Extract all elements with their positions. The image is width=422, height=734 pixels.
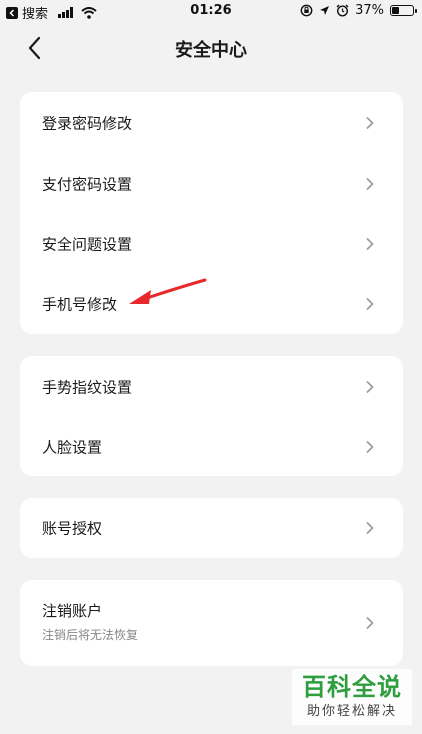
menu-item-label: 安全问题设置 — [42, 235, 133, 253]
menu-item-payment-password[interactable]: 支付密码设置 — [20, 153, 403, 214]
page-title: 安全中心 — [175, 40, 247, 61]
menu-item-sublabel: 注销后将无法恢复 — [42, 628, 139, 642]
watermark-main-text: 百科全说 — [302, 673, 402, 701]
menu-item-label: 注销账户 — [42, 602, 103, 620]
menu-item-deactivate-account[interactable]: 注销账户 注销后将无法恢复 — [20, 580, 403, 666]
menu-item-gesture-fingerprint[interactable]: 手势指纹设置 — [20, 356, 403, 417]
menu-item-label: 手势指纹设置 — [42, 378, 133, 396]
chevron-right-icon — [366, 116, 374, 129]
chevron-right-icon — [366, 440, 374, 453]
watermark-logo: 百科全说 助你轻松解决 — [292, 669, 412, 725]
chevron-right-icon — [366, 616, 374, 630]
navigation-bar: 安全中心 — [0, 24, 422, 74]
chevron-right-icon — [366, 177, 374, 190]
menu-item-label: 登录密码修改 — [42, 114, 133, 132]
orientation-lock-icon — [300, 4, 313, 17]
menu-item-label: 支付密码设置 — [42, 175, 133, 193]
watermark-sub-text: 助你轻松解决 — [306, 704, 397, 719]
menu-item-account-authorization[interactable]: 账号授权 — [20, 498, 403, 558]
menu-item-label: 账号授权 — [42, 519, 103, 538]
menu-item-security-question[interactable]: 安全问题设置 — [20, 213, 403, 274]
status-bar-right: 37% — [300, 3, 417, 18]
battery-level-fill — [392, 7, 400, 14]
chevron-right-icon — [366, 521, 374, 535]
chevron-right-icon — [366, 297, 374, 310]
security-group-authorization: 账号授权 — [20, 498, 403, 558]
security-group-biometric: 手势指纹设置 人脸设置 — [20, 356, 403, 476]
annotation-arrow-icon — [129, 278, 207, 304]
location-icon — [320, 6, 330, 15]
menu-item-face-settings[interactable]: 人脸设置 — [20, 416, 403, 477]
alarm-icon — [336, 4, 349, 17]
menu-item-label: 人脸设置 — [42, 438, 103, 456]
security-group-deactivate: 注销账户 注销后将无法恢复 — [20, 580, 403, 666]
battery-icon — [390, 5, 417, 16]
chevron-right-icon — [366, 380, 374, 393]
menu-item-login-password[interactable]: 登录密码修改 — [20, 92, 403, 153]
chevron-right-icon — [366, 237, 374, 250]
battery-percent: 37% — [355, 3, 384, 18]
menu-item-label: 手机号修改 — [42, 295, 118, 313]
status-bar: 搜索 01:26 37% — [0, 0, 422, 24]
